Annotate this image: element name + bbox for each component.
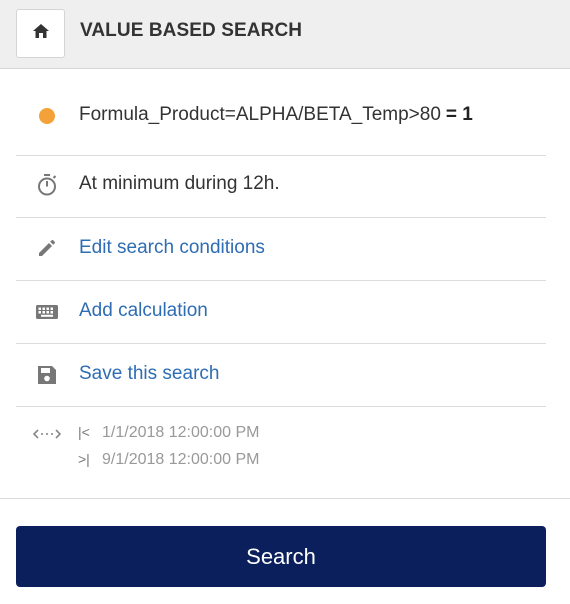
condition-row: Formula_Product=ALPHA/BETA_Temp>80 = 1	[16, 87, 546, 156]
keyboard-icon	[32, 303, 62, 321]
status-dot-icon	[32, 108, 62, 124]
edit-conditions-row[interactable]: Edit search conditions	[16, 218, 546, 281]
pencil-icon	[32, 237, 62, 259]
edit-search-conditions-link[interactable]: Edit search conditions	[79, 237, 265, 259]
stopwatch-icon	[32, 173, 62, 197]
home-button[interactable]	[16, 9, 65, 58]
duration-row: At minimum during 12h.	[16, 156, 546, 218]
value-based-search-panel: VALUE BASED SEARCH Formula_Product=ALPHA…	[0, 0, 570, 604]
save-this-search-link[interactable]: Save this search	[79, 363, 219, 385]
first-icon: |<	[78, 424, 90, 440]
add-calculation-link[interactable]: Add calculation	[79, 300, 208, 322]
divider	[0, 498, 570, 499]
range-start[interactable]: |< 1/1/2018 12:00:00 PM	[78, 424, 259, 442]
page-title: VALUE BASED SEARCH	[80, 20, 303, 41]
home-icon	[32, 23, 50, 44]
condition-formula: Formula_Product=ALPHA/BETA_Temp>80	[79, 104, 441, 125]
range-end[interactable]: >| 9/1/2018 12:00:00 PM	[78, 451, 259, 469]
save-icon	[32, 365, 62, 385]
add-calculation-row[interactable]: Add calculation	[16, 281, 546, 344]
range-icon	[32, 426, 62, 442]
panel-header: VALUE BASED SEARCH	[0, 0, 570, 69]
range-start-value: 1/1/2018 12:00:00 PM	[102, 424, 260, 441]
last-icon: >|	[78, 451, 90, 467]
save-search-row[interactable]: Save this search	[16, 344, 546, 407]
condition-value: = 1	[445, 104, 473, 125]
range-end-value: 9/1/2018 12:00:00 PM	[102, 451, 260, 468]
duration-text: At minimum during 12h.	[79, 173, 280, 194]
search-button[interactable]: Search	[16, 526, 546, 587]
